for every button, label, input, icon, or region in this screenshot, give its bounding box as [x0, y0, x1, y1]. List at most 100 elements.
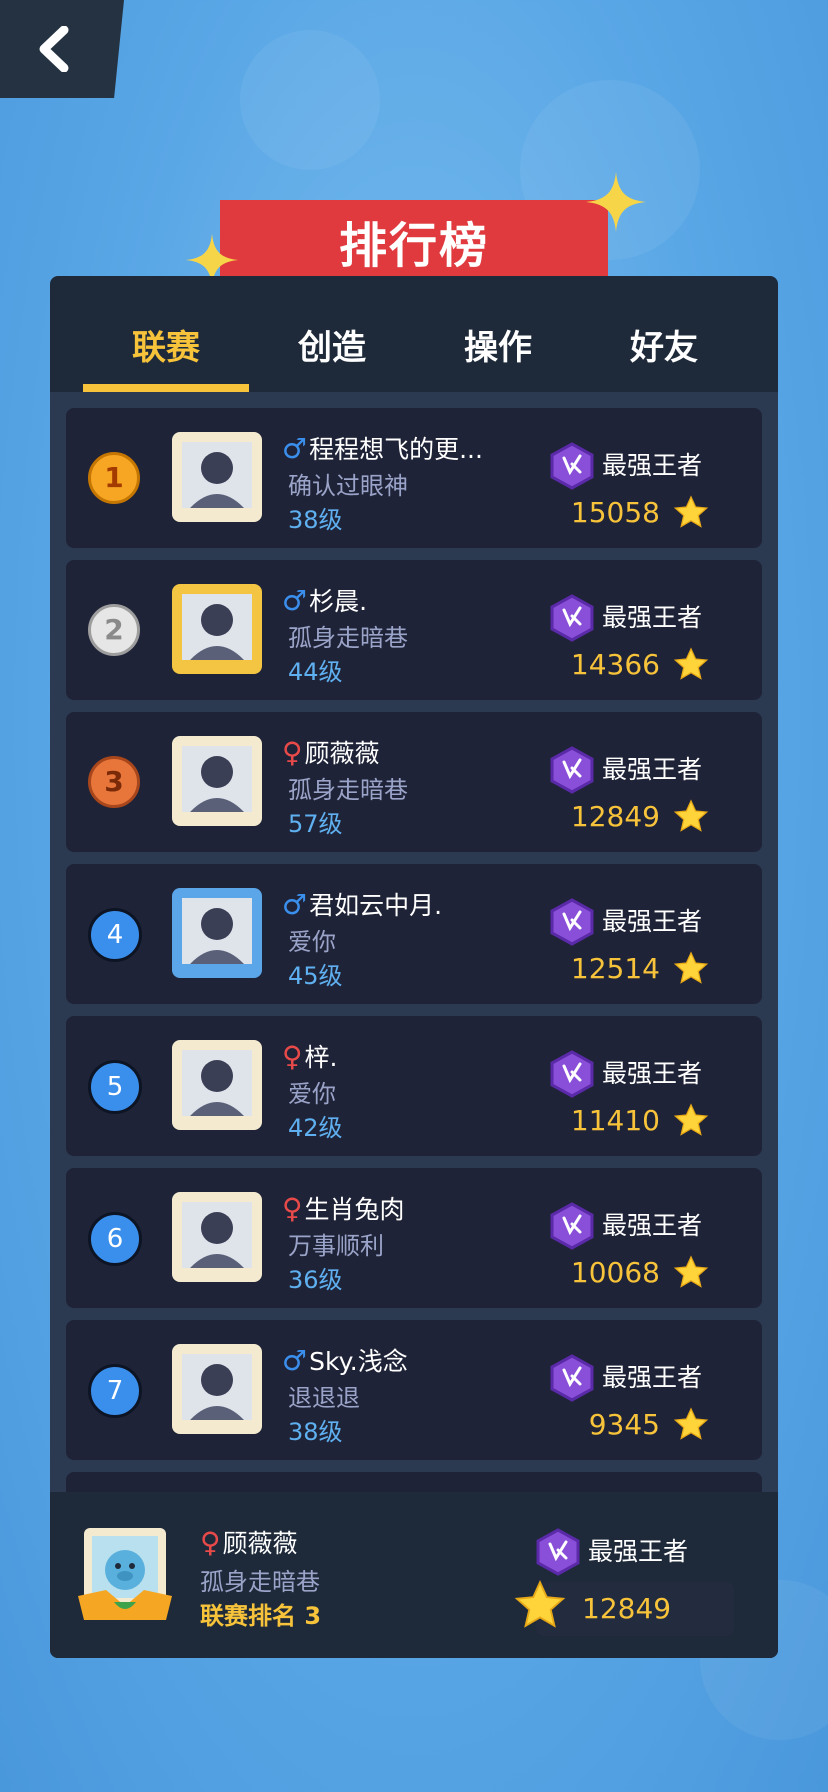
player-name-text: 顾薇薇	[304, 739, 380, 768]
player-level: 38级	[288, 506, 343, 534]
male-icon: ♂	[282, 1344, 308, 1377]
rank-number: 6	[88, 1212, 142, 1266]
tier-label: 最强王者	[602, 907, 703, 936]
star-icon	[673, 1407, 709, 1440]
player-name-text: 杉晨.	[309, 587, 368, 616]
female-icon: ♀	[282, 736, 303, 769]
king-tier-badge-icon	[550, 1050, 594, 1098]
player-name: ♀梓.	[282, 1038, 337, 1074]
male-icon: ♂	[282, 584, 308, 617]
score: 12849	[570, 800, 660, 833]
my-league-rank: 联赛排名 3	[200, 1602, 322, 1630]
rank-medal-icon: 3	[88, 756, 140, 808]
my-signature: 孤身走暗巷	[200, 1568, 320, 1596]
star-icon	[673, 1103, 709, 1136]
star-icon	[673, 647, 709, 680]
star-icon	[514, 1579, 566, 1628]
male-icon: ♂	[282, 432, 308, 465]
player-name-text: 君如云中月.	[309, 891, 443, 920]
player-level: 45级	[288, 962, 343, 990]
tab-friends[interactable]: 好友	[581, 320, 747, 369]
rank-medal-icon: 2	[88, 604, 140, 656]
avatar	[172, 584, 262, 674]
ranking-row[interactable]: 4 ♂君如云中月. 爱你 45级 最强王者 12514	[66, 864, 762, 1004]
rank-number: 5	[88, 1060, 142, 1114]
female-icon: ♀	[282, 1040, 303, 1073]
active-tab-indicator	[83, 384, 249, 392]
king-tier-badge-icon	[550, 442, 594, 490]
player-name: ♂君如云中月.	[282, 886, 442, 922]
avatar	[172, 888, 262, 978]
my-name: ♀顾薇薇	[200, 1524, 298, 1560]
player-signature: 孤身走暗巷	[288, 776, 408, 804]
tab-operate[interactable]: 操作	[415, 320, 581, 369]
chevron-left-icon	[39, 26, 69, 72]
ranking-row[interactable]: 2 ♂杉晨. 孤身走暗巷 44级 最强王者 14366	[66, 560, 762, 700]
my-name-text: 顾薇薇	[222, 1529, 298, 1558]
tier-label: 最强王者	[602, 1059, 703, 1088]
player-signature: 爱你	[288, 1080, 336, 1108]
my-rank-bar: ♀顾薇薇 孤身走暗巷 联赛排名 3 最强王者 12849	[50, 1498, 778, 1658]
female-icon: ♀	[282, 1192, 303, 1225]
score: 11410	[570, 1104, 660, 1137]
back-button[interactable]	[0, 0, 124, 98]
player-level: 38级	[288, 1418, 343, 1446]
player-name: ♂Sky.浅念	[282, 1342, 408, 1378]
player-name: ♂杉晨.	[282, 582, 367, 618]
king-tier-badge-icon	[550, 1202, 594, 1250]
avatar	[172, 736, 262, 826]
ranking-row[interactable]: 5 ♀梓. 爱你 42级 最强王者 11410	[66, 1016, 762, 1156]
sparkle-icon	[586, 172, 646, 232]
ranking-row[interactable]: 7 ♂Sky.浅念 退退退 38级 最强王者 9345	[66, 1320, 762, 1460]
my-tier-label: 最强王者	[588, 1537, 689, 1566]
player-signature: 确认过眼神	[288, 472, 408, 500]
tier-label: 最强王者	[602, 1211, 703, 1240]
avatar	[172, 1344, 262, 1434]
score: 9345	[588, 1408, 660, 1441]
king-tier-badge-icon	[536, 1528, 580, 1576]
player-level: 44级	[288, 658, 343, 686]
avatar	[78, 1528, 172, 1620]
my-score: 12849	[582, 1592, 672, 1625]
player-name-text: Sky.浅念	[309, 1347, 408, 1376]
rank-medal-icon: 1	[88, 452, 140, 504]
female-icon: ♀	[200, 1526, 221, 1559]
player-signature: 爱你	[288, 928, 336, 956]
tier-label: 最强王者	[602, 1363, 703, 1392]
player-name-text: 梓.	[304, 1043, 338, 1072]
tab-bar: 联赛 创造 操作 好友	[50, 276, 778, 392]
score: 10068	[570, 1256, 660, 1289]
king-tier-badge-icon	[550, 746, 594, 794]
star-icon	[673, 495, 709, 528]
star-icon	[673, 1255, 709, 1288]
ranking-row[interactable]: 6 ♀生肖兔肉 万事顺利 36级 最强王者 10068	[66, 1168, 762, 1308]
avatar	[172, 432, 262, 522]
player-signature: 退退退	[288, 1384, 360, 1412]
player-signature: 万事顺利	[288, 1232, 384, 1260]
player-level: 42级	[288, 1114, 343, 1142]
ranking-list[interactable]: 1 ♂程程想飞的更... 确认过眼神 38级 最强王者 15058 2 ♂杉晨.…	[50, 392, 778, 1492]
leaderboard-panel: 联赛 创造 操作 好友 1 ♂程程想飞的更... 确认过眼神 38级 最强王者 …	[50, 276, 778, 1658]
player-name: ♂程程想飞的更...	[282, 430, 483, 466]
king-tier-badge-icon	[550, 898, 594, 946]
male-icon: ♂	[282, 888, 308, 921]
score: 15058	[570, 496, 660, 529]
tier-label: 最强王者	[602, 755, 703, 784]
king-tier-badge-icon	[550, 1354, 594, 1402]
rank-number: 4	[88, 908, 142, 962]
tab-league[interactable]: 联赛	[83, 320, 249, 369]
tab-create[interactable]: 创造	[249, 320, 415, 369]
avatar	[172, 1192, 262, 1282]
ranking-row[interactable]: 1 ♂程程想飞的更... 确认过眼神 38级 最强王者 15058	[66, 408, 762, 548]
player-level: 57级	[288, 810, 343, 838]
score: 12514	[570, 952, 660, 985]
ranking-row[interactable]: 3 ♀顾薇薇 孤身走暗巷 57级 最强王者 12849	[66, 712, 762, 852]
ranking-row[interactable]	[66, 1472, 762, 1492]
tier-label: 最强王者	[602, 451, 703, 480]
king-tier-badge-icon	[550, 594, 594, 642]
tier-label: 最强王者	[602, 603, 703, 632]
player-name-text: 程程想飞的更...	[309, 435, 483, 464]
score: 14366	[570, 648, 660, 681]
player-name: ♀顾薇薇	[282, 734, 380, 770]
player-signature: 孤身走暗巷	[288, 624, 408, 652]
